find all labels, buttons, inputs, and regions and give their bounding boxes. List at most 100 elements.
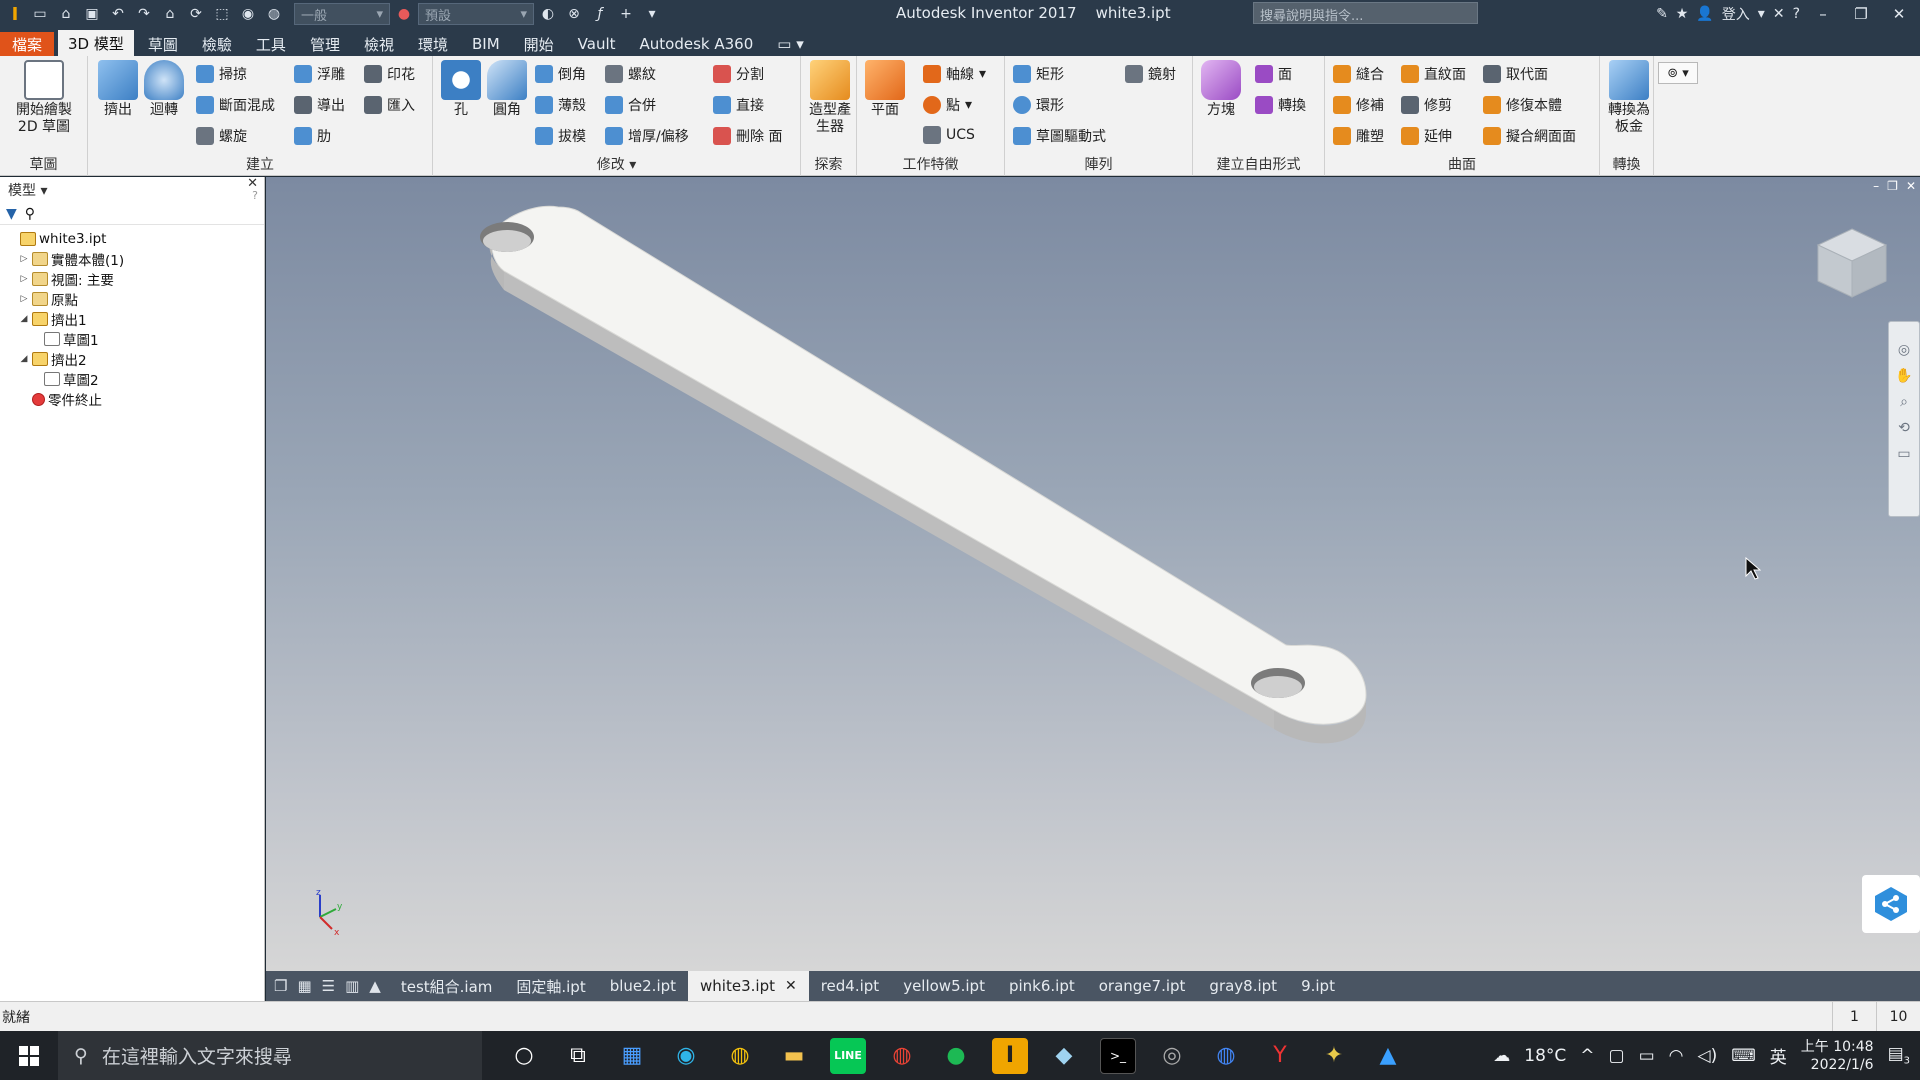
- ribbon-options-icon[interactable]: ▭ ▾: [767, 32, 813, 56]
- circular-pattern-button[interactable]: 環形: [1013, 95, 1064, 115]
- horizontal-tile-icon[interactable]: ☰: [322, 977, 335, 995]
- panel-label-modify[interactable]: 修改 ▾: [433, 154, 800, 174]
- extend-button[interactable]: 延伸: [1401, 126, 1452, 146]
- fit-mesh-button[interactable]: 擬合網面面: [1483, 126, 1576, 146]
- yandex-browser-icon[interactable]: Y: [1262, 1038, 1298, 1074]
- import-button[interactable]: 匯入: [364, 95, 415, 115]
- adjust-icon[interactable]: ◐: [536, 2, 560, 26]
- direct-button[interactable]: 直接: [713, 95, 764, 115]
- color-wheel-icon[interactable]: ●: [392, 2, 416, 26]
- chevron-down-icon[interactable]: ▾: [1758, 6, 1765, 22]
- close-button[interactable]: ✕: [1884, 5, 1914, 23]
- face-button[interactable]: 面: [1255, 64, 1292, 84]
- document-tab[interactable]: 9.ipt: [1289, 971, 1347, 1001]
- viewcube[interactable]: [1814, 225, 1890, 301]
- terminal-icon[interactable]: >_: [1100, 1037, 1136, 1074]
- decal-button[interactable]: 印花: [364, 64, 415, 84]
- expand-toggle-icon[interactable]: ▷: [18, 274, 30, 284]
- chrome-profile-icon[interactable]: ◍: [722, 1038, 758, 1074]
- new-icon[interactable]: ▭: [28, 2, 52, 26]
- device-icon[interactable]: ▢: [1609, 1046, 1625, 1066]
- ucs-button[interactable]: UCS: [923, 126, 975, 144]
- document-tab[interactable]: gray8.ipt: [1197, 971, 1289, 1001]
- ribbon-dropdown-button[interactable]: ⊚ ▾: [1658, 62, 1698, 84]
- document-tab[interactable]: yellow5.ipt: [891, 971, 997, 1001]
- tab-environments[interactable]: 環境: [408, 32, 458, 56]
- volume-icon[interactable]: ◁): [1698, 1046, 1718, 1066]
- shape-generator-button[interactable]: 造型產生器: [807, 60, 853, 136]
- file-explorer-icon[interactable]: ▬: [776, 1038, 812, 1074]
- style-combo[interactable]: 一般 ▾: [294, 3, 390, 25]
- loft-button[interactable]: 斷面混成: [196, 95, 275, 115]
- sign-in-link[interactable]: 登入: [1722, 4, 1750, 24]
- appearance-combo[interactable]: 預設 ▾: [418, 3, 534, 25]
- tab-list-icon[interactable]: ▲: [369, 977, 381, 995]
- find-icon[interactable]: ⚲: [25, 206, 35, 222]
- expand-toggle-icon[interactable]: ◢: [18, 354, 30, 364]
- part-model[interactable]: [266, 177, 1920, 971]
- document-tab[interactable]: red4.ipt: [809, 971, 891, 1001]
- redo-icon[interactable]: ↷: [132, 2, 156, 26]
- convert-ff-button[interactable]: 轉換: [1255, 95, 1306, 115]
- clock[interactable]: 上午 10:48 2022/1/6: [1801, 1038, 1874, 1074]
- browser-node[interactable]: ▷ 實體本體(1): [0, 249, 264, 269]
- revolve-button[interactable]: 迴轉: [144, 60, 184, 119]
- box-button[interactable]: 方塊: [1201, 60, 1241, 119]
- inventor-logo-icon[interactable]: I: [4, 2, 26, 26]
- tab-file[interactable]: 檔案: [0, 32, 55, 56]
- image-viewer-icon[interactable]: ▲: [1370, 1038, 1406, 1074]
- tab-sketch[interactable]: 草圖: [138, 32, 188, 56]
- comm-center-icon[interactable]: ✎: [1656, 6, 1668, 22]
- temperature-text[interactable]: 18°C: [1524, 1046, 1566, 1066]
- plus-icon[interactable]: +: [614, 2, 638, 26]
- rib-button[interactable]: 肋: [294, 126, 331, 146]
- vertical-tile-icon[interactable]: ▥: [345, 977, 359, 995]
- document-tab[interactable]: pink6.ipt: [997, 971, 1087, 1001]
- replace-face-button[interactable]: 取代面: [1483, 64, 1548, 84]
- chamfer-button[interactable]: 倒角: [535, 64, 586, 84]
- select-icon[interactable]: ⬚: [210, 2, 234, 26]
- update-icon[interactable]: ⟳: [184, 2, 208, 26]
- orbit-icon[interactable]: ⟲: [1898, 420, 1910, 436]
- notification-center-icon[interactable]: ▤3: [1888, 1044, 1910, 1066]
- undo-icon[interactable]: ↶: [106, 2, 130, 26]
- sphere-app-icon[interactable]: ◎: [1154, 1038, 1190, 1074]
- chrome-icon[interactable]: ◍: [884, 1038, 920, 1074]
- graphics-viewport[interactable]: – ❐ ✕ ◎ ✋ ⌕ ⟲ ▭ z y x: [266, 177, 1920, 971]
- document-tab[interactable]: 固定軸.ipt: [504, 971, 597, 1001]
- delete-face-button[interactable]: 刪除 面: [713, 126, 782, 146]
- sweep-button[interactable]: 掃掠: [196, 64, 247, 84]
- tab-tools[interactable]: 工具: [246, 32, 296, 56]
- battery-icon[interactable]: ▭: [1639, 1046, 1655, 1066]
- convert-sheet-metal-button[interactable]: 轉換為板金: [1606, 60, 1652, 136]
- minimize-button[interactable]: –: [1808, 5, 1838, 23]
- close-tab-icon[interactable]: ✕: [785, 978, 797, 994]
- mirror-button[interactable]: 鏡射: [1125, 64, 1176, 84]
- start-2d-sketch-button[interactable]: 開始繪製 2D 草圖: [10, 60, 78, 136]
- line-app-icon[interactable]: LINE: [830, 1037, 866, 1074]
- edge-browser-icon[interactable]: ◉: [668, 1038, 704, 1074]
- axis-button[interactable]: 軸線 ▾: [923, 64, 986, 84]
- tab-inspect[interactable]: 檢驗: [192, 32, 242, 56]
- tab-view[interactable]: 檢視: [354, 32, 404, 56]
- photo-app-icon[interactable]: ✦: [1316, 1038, 1352, 1074]
- tab-manage[interactable]: 管理: [300, 32, 350, 56]
- thread-button[interactable]: 螺紋: [605, 64, 656, 84]
- tab-a360[interactable]: Autodesk A360: [630, 32, 764, 56]
- browser-node[interactable]: ◢ 擠出2: [0, 349, 264, 369]
- ime-indicator[interactable]: 英: [1770, 1043, 1787, 1068]
- cortana-icon[interactable]: ○: [506, 1038, 542, 1074]
- weather-icon[interactable]: ☁: [1493, 1046, 1510, 1066]
- trim-button[interactable]: 修剪: [1401, 95, 1452, 115]
- task-view-icon[interactable]: ⧉: [560, 1038, 596, 1074]
- measure-icon[interactable]: ◉: [236, 2, 260, 26]
- document-tab[interactable]: test組合.iam: [389, 971, 505, 1001]
- coil-button[interactable]: 螺旋: [196, 126, 247, 146]
- browser-title[interactable]: 模型 ▾: [8, 180, 47, 200]
- browser-node[interactable]: 零件終止: [0, 389, 264, 409]
- user-icon[interactable]: 👤: [1696, 6, 1713, 22]
- restore-button[interactable]: ❐: [1846, 5, 1876, 23]
- sketch-driven-pattern-button[interactable]: 草圖驅動式: [1013, 126, 1106, 146]
- split-button[interactable]: 分割: [713, 64, 764, 84]
- browser-node[interactable]: ▷ 原點: [0, 289, 264, 309]
